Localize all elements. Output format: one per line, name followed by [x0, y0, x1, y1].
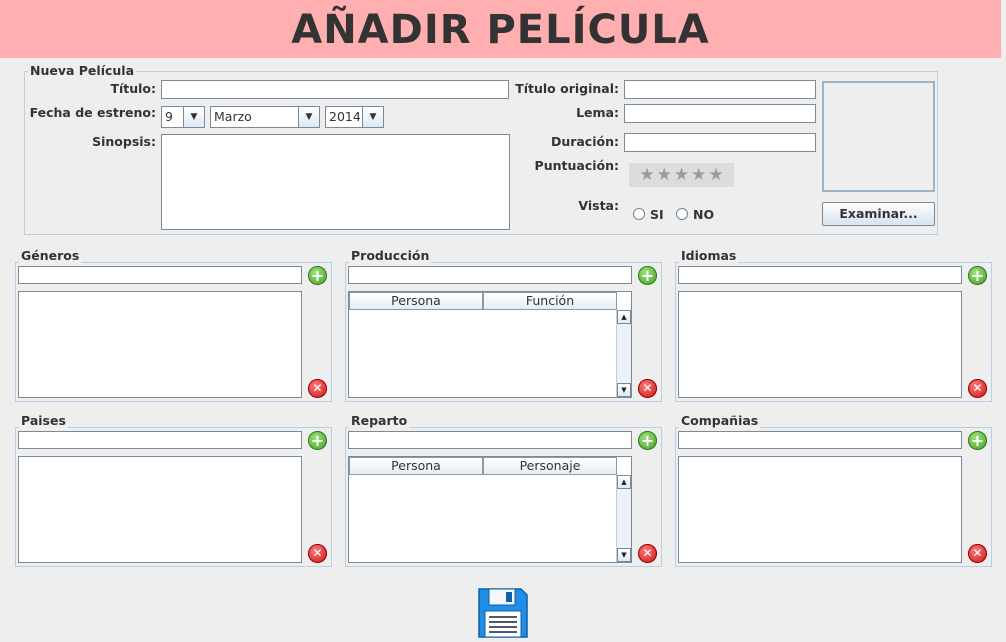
lema-label: Lema:: [576, 105, 619, 120]
companias-input[interactable]: [678, 431, 962, 449]
reparto-table[interactable]: Persona Personaje: [348, 456, 632, 563]
star-icon[interactable]: ★: [691, 164, 706, 186]
vista-si-label: SI: [650, 207, 664, 222]
vista-label: Vista:: [578, 198, 619, 213]
titulo-field[interactable]: [161, 80, 509, 99]
chevron-down-icon: ▼: [183, 107, 204, 127]
page-title: AÑADIR PELÍCULA: [291, 7, 710, 53]
x-circle-icon[interactable]: ✕: [968, 379, 987, 398]
duracion-field[interactable]: [624, 133, 816, 152]
companias-legend: Compañias: [679, 413, 761, 428]
day-value: 9: [165, 109, 173, 124]
plus-circle-icon[interactable]: +: [308, 266, 327, 285]
vista-no-label: NO: [693, 207, 715, 222]
titulo-original-label: Título original:: [515, 81, 619, 96]
scroll-down-icon[interactable]: ▼: [617, 548, 631, 562]
produccion-scrollbar[interactable]: ▲ ▼: [616, 310, 631, 397]
scroll-down-icon[interactable]: ▼: [617, 383, 631, 397]
chevron-down-icon: ▼: [362, 107, 383, 127]
plus-circle-icon[interactable]: +: [638, 266, 657, 285]
idiomas-input[interactable]: [678, 266, 962, 284]
scroll-up-icon[interactable]: ▲: [617, 310, 631, 324]
column-header-persona[interactable]: Persona: [349, 457, 483, 475]
column-header-funcion[interactable]: Función: [483, 292, 617, 310]
plus-circle-icon[interactable]: +: [308, 431, 327, 450]
year-value: 2014: [329, 109, 361, 124]
generos-list[interactable]: [18, 291, 302, 398]
paises-input[interactable]: [18, 431, 302, 449]
x-circle-icon[interactable]: ✕: [638, 379, 657, 398]
plus-circle-icon[interactable]: +: [968, 431, 987, 450]
reparto-input[interactable]: [348, 431, 632, 449]
companias-list[interactable]: [678, 456, 962, 563]
duracion-label: Duración:: [550, 134, 619, 149]
x-circle-icon[interactable]: ✕: [308, 544, 327, 563]
floppy-disk-icon: [478, 588, 528, 638]
year-select[interactable]: 2014 ▼: [325, 106, 384, 128]
titulo-original-field[interactable]: [624, 80, 816, 99]
sinopsis-label: Sinopsis:: [92, 134, 156, 149]
x-circle-icon[interactable]: ✕: [968, 544, 987, 563]
produccion-table[interactable]: Persona Función: [348, 291, 632, 398]
reparto-legend: Reparto: [349, 413, 410, 428]
nueva-pelicula-legend: Nueva Película: [28, 63, 137, 78]
day-select[interactable]: 9 ▼: [161, 106, 205, 128]
page-header: AÑADIR PELÍCULA: [0, 0, 1001, 58]
chevron-down-icon: ▼: [298, 107, 319, 127]
x-circle-icon[interactable]: ✕: [308, 379, 327, 398]
lema-field[interactable]: [624, 104, 816, 123]
star-icon[interactable]: ★: [674, 164, 689, 186]
plus-circle-icon[interactable]: +: [638, 431, 657, 450]
table-header: Persona Función: [349, 292, 631, 310]
produccion-input[interactable]: [348, 266, 632, 284]
produccion-legend: Producción: [349, 248, 432, 263]
idiomas-list[interactable]: [678, 291, 962, 398]
reparto-scrollbar[interactable]: ▲ ▼: [616, 475, 631, 562]
poster-image-box: [822, 81, 935, 192]
vista-no-radio[interactable]: [676, 208, 688, 220]
star-icon[interactable]: ★: [708, 164, 723, 186]
puntuacion-label: Puntuación:: [534, 158, 619, 173]
table-header: Persona Personaje: [349, 457, 631, 475]
examinar-button[interactable]: Examinar...: [822, 202, 935, 226]
generos-legend: Géneros: [19, 248, 82, 263]
plus-circle-icon[interactable]: +: [968, 266, 987, 285]
save-button[interactable]: [477, 587, 529, 639]
month-value: Marzo: [214, 109, 252, 124]
paises-list[interactable]: [18, 456, 302, 563]
scroll-up-icon[interactable]: ▲: [617, 475, 631, 489]
titulo-label: Título:: [110, 81, 156, 96]
month-select[interactable]: Marzo ▼: [210, 106, 320, 128]
sinopsis-textarea[interactable]: [161, 134, 510, 230]
fecha-estreno-label: Fecha de estreno:: [29, 105, 156, 120]
paises-legend: Paises: [19, 413, 68, 428]
idiomas-legend: Idiomas: [679, 248, 739, 263]
vista-si-radio[interactable]: [633, 208, 645, 220]
star-icon[interactable]: ★: [639, 164, 654, 186]
column-header-personaje[interactable]: Personaje: [483, 457, 617, 475]
rating-stars[interactable]: ★ ★ ★ ★ ★: [629, 163, 734, 187]
generos-input[interactable]: [18, 266, 302, 284]
x-circle-icon[interactable]: ✕: [638, 544, 657, 563]
column-header-persona[interactable]: Persona: [349, 292, 483, 310]
star-icon[interactable]: ★: [657, 164, 672, 186]
